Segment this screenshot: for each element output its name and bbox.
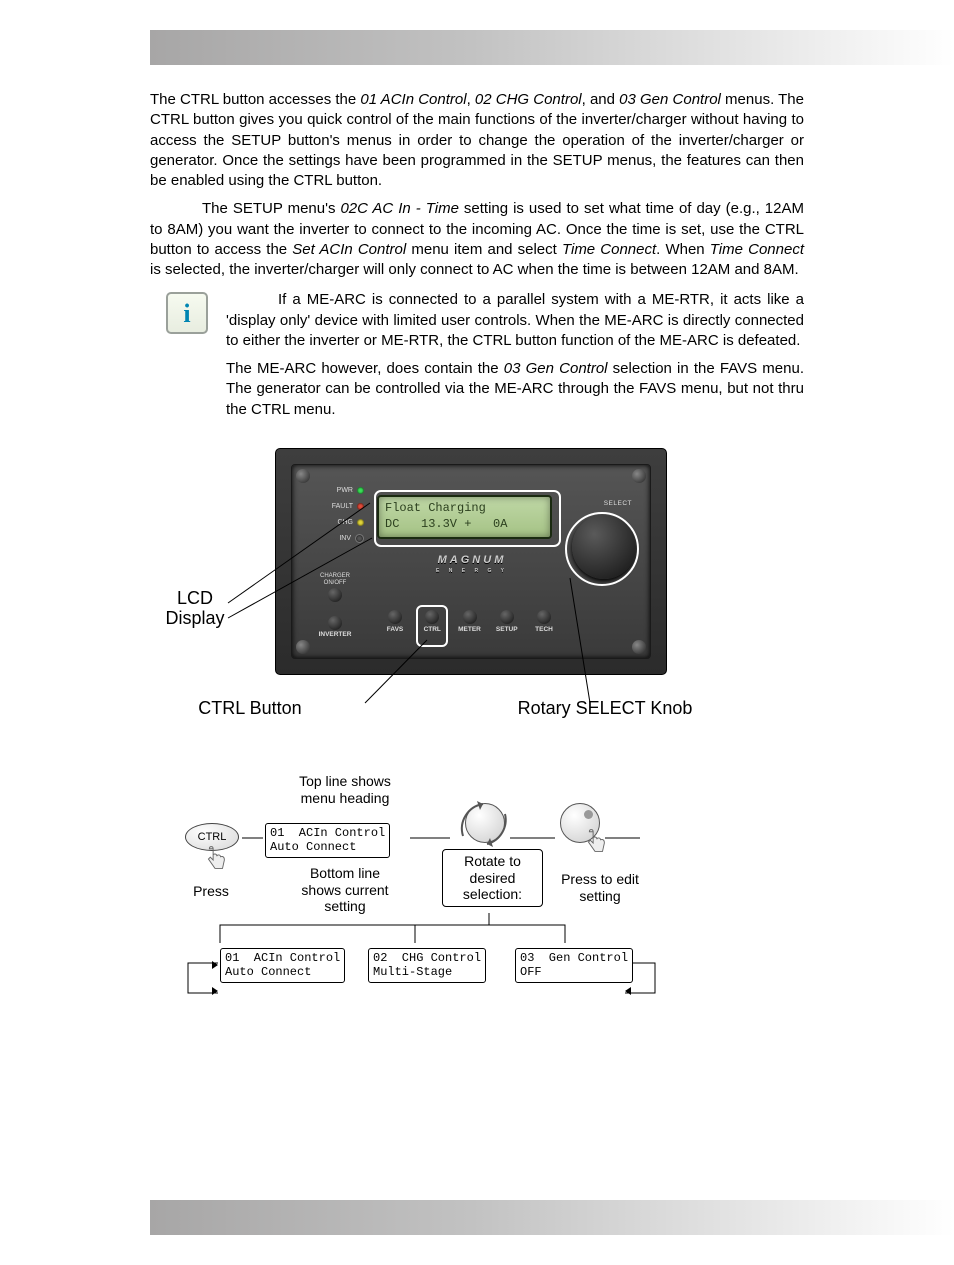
botline-caption: Bottom line shows current setting [265,865,425,915]
favs-button[interactable]: FAVS [377,610,413,635]
rotate-caption: Rotate to desired selection: [442,849,543,907]
info-note: i If a ME-ARC is connected to a parallel… [150,290,804,428]
paragraph-2: The SETUP menu's 02C AC In - Time settin… [150,199,804,280]
flow-diagram: CTRL Press Top line shows menu heading 0… [150,773,810,1013]
header-bar [150,30,954,65]
ctrl-button[interactable]: CTRL [414,610,450,635]
screw-icon [632,469,646,483]
rotate-arrows-icon [453,796,515,848]
meter-button[interactable]: METER [452,610,488,635]
note-paragraph-1: If a ME-ARC is connected to a parallel s… [226,290,804,351]
pressedit-caption: Press to edit setting [545,871,655,905]
topline-caption: Top line shows menu heading [265,773,425,807]
screen-option-1: 01 ACIn Control Auto Connect [220,948,345,983]
note-paragraph-2: The ME-ARC however, does contain the 03 … [226,359,804,420]
device-figure: PWR FAULT CHG INV Float Charging DC 13.3… [150,448,810,748]
tech-button[interactable]: TECH [526,610,562,635]
brand-logo: MAGNUME N E R G Y [387,553,557,575]
charger-button[interactable]: CHARGERON/OFF [307,573,363,603]
press-label: Press [180,883,242,900]
screen-option-3: 03 Gen Control OFF [515,948,633,983]
menu-buttons: FAVS CTRL METER SETUP TECH [377,610,562,635]
rotary-knob[interactable] [572,515,636,579]
callout-lcd: LCD Display [150,588,240,629]
led-column: PWR FAULT CHG INV [304,483,364,547]
screen-main: 01 ACIn Control Auto Connect [265,823,390,858]
setup-button[interactable]: SETUP [489,610,525,635]
hand-icon [200,845,230,875]
callout-knob: Rotary SELECT Knob [480,698,730,719]
paragraph-1: The CTRL button accesses the 01 ACIn Con… [150,90,804,191]
callout-ctrl: CTRL Button [150,698,350,719]
screw-icon [632,640,646,654]
info-icon: i [166,292,208,334]
body-text: The CTRL button accesses the 01 ACIn Con… [0,65,954,1013]
select-label: SELECT [604,500,632,509]
lcd-screen: Float Charging DC 13.3V + 0A [377,495,552,539]
screen-option-2: 02 CHG Control Multi-Stage [368,948,486,983]
footer-bar [150,1200,954,1235]
screw-icon [296,469,310,483]
screw-icon [296,640,310,654]
hand-icon [580,828,610,858]
inverter-button[interactable]: INVERTER [307,615,363,640]
